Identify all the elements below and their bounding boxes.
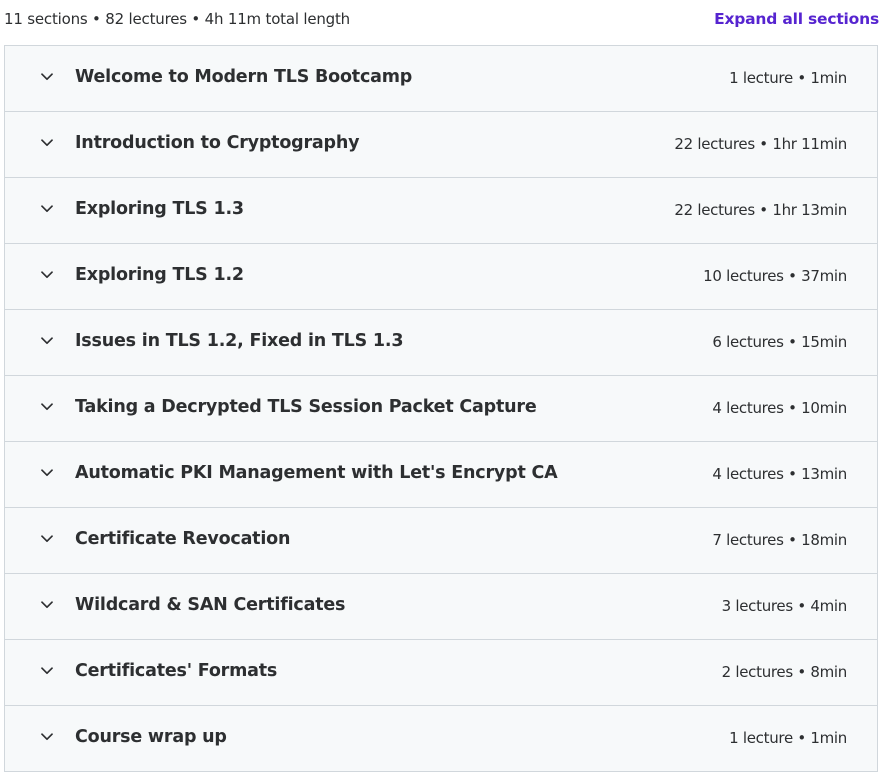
section-title: Taking a Decrypted TLS Session Packet Ca… <box>75 397 537 417</box>
curriculum-section[interactable]: Certificates' Formats 2 lectures • 8min <box>5 640 877 706</box>
curriculum-section[interactable]: Wildcard & SAN Certificates 3 lectures • … <box>5 574 877 640</box>
chevron-down-icon <box>41 337 53 345</box>
chevron-down-icon <box>41 271 53 279</box>
curriculum-section[interactable]: Exploring TLS 1.2 10 lectures • 37min <box>5 244 877 310</box>
chevron-down-icon <box>41 601 53 609</box>
section-lecture-count: 22 lectures • 1hr 13min <box>674 201 847 219</box>
curriculum-header: 11 sections • 82 lectures • 4h 11m total… <box>0 0 882 44</box>
section-title: Introduction to Cryptography <box>75 133 360 153</box>
chevron-down-icon <box>41 205 53 213</box>
chevron-down-icon <box>41 667 53 675</box>
curriculum-section[interactable]: Exploring TLS 1.3 22 lectures • 1hr 13min <box>5 178 877 244</box>
section-title: Certificate Revocation <box>75 529 291 549</box>
section-lecture-count: 4 lectures • 10min <box>712 399 847 417</box>
section-lecture-count: 4 lectures • 13min <box>712 465 847 483</box>
curriculum-section[interactable]: Introduction to Cryptography 22 lectures … <box>5 112 877 178</box>
curriculum-section[interactable]: Course wrap up 1 lecture • 1min <box>5 706 877 772</box>
section-title: Course wrap up <box>75 727 227 747</box>
chevron-down-icon <box>41 139 53 147</box>
section-lecture-count: 10 lectures • 37min <box>703 267 847 285</box>
section-lecture-count: 22 lectures • 1hr 11min <box>674 135 847 153</box>
curriculum-section[interactable]: Taking a Decrypted TLS Session Packet Ca… <box>5 376 877 442</box>
expand-all-sections-button[interactable]: Expand all sections <box>714 10 879 28</box>
section-lecture-count: 1 lecture • 1min <box>729 729 847 747</box>
course-summary: 11 sections • 82 lectures • 4h 11m total… <box>4 10 350 28</box>
section-lecture-count: 3 lectures • 4min <box>721 597 848 615</box>
curriculum-section[interactable]: Welcome to Modern TLS Bootcamp 1 lecture … <box>5 46 877 112</box>
section-title: Exploring TLS 1.3 <box>75 199 244 219</box>
section-lecture-count: 6 lectures • 15min <box>712 333 847 351</box>
section-lecture-count: 2 lectures • 8min <box>721 663 848 681</box>
section-lecture-count: 7 lectures • 18min <box>712 531 847 549</box>
curriculum-section[interactable]: Certificate Revocation 7 lectures • 18min <box>5 508 877 574</box>
section-title: Exploring TLS 1.2 <box>75 265 244 285</box>
curriculum-sections-list: Welcome to Modern TLS Bootcamp 1 lecture … <box>4 45 878 772</box>
chevron-down-icon <box>41 469 53 477</box>
section-title: Wildcard & SAN Certificates <box>75 595 346 615</box>
section-title: Automatic PKI Management with Let's Encr… <box>75 463 558 483</box>
section-title: Welcome to Modern TLS Bootcamp <box>75 67 413 87</box>
section-title: Issues in TLS 1.2, Fixed in TLS 1.3 <box>75 331 404 351</box>
chevron-down-icon <box>41 73 53 81</box>
chevron-down-icon <box>41 733 53 741</box>
curriculum-section[interactable]: Issues in TLS 1.2, Fixed in TLS 1.3 6 lec… <box>5 310 877 376</box>
chevron-down-icon <box>41 403 53 411</box>
section-lecture-count: 1 lecture • 1min <box>729 69 847 87</box>
chevron-down-icon <box>41 535 53 543</box>
curriculum-section[interactable]: Automatic PKI Management with Let's Encr… <box>5 442 877 508</box>
section-title: Certificates' Formats <box>75 661 278 681</box>
